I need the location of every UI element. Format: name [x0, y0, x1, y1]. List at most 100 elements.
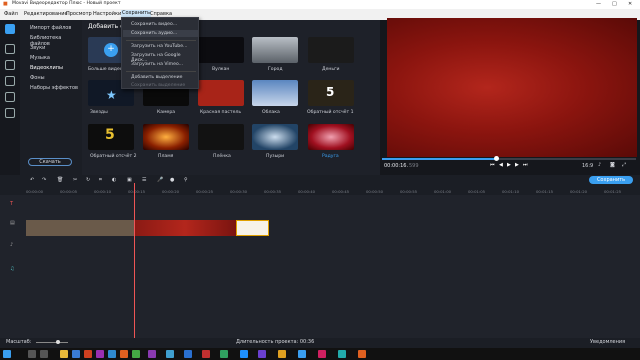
- explorer-icon[interactable]: [60, 350, 68, 358]
- app-icon-purple[interactable]: [148, 350, 156, 358]
- volume-icon[interactable]: ♪: [598, 163, 601, 168]
- thumb-volcano[interactable]: [198, 37, 244, 63]
- maximize-icon[interactable]: □: [612, 2, 617, 7]
- play-icon[interactable]: ▶: [507, 163, 511, 168]
- cat-backgrounds[interactable]: Фоны: [30, 75, 45, 81]
- fullscreen-icon[interactable]: ⤢: [622, 163, 626, 168]
- timeline-ruler[interactable]: 00:00:00 00:00:05 00:00:10 00:00:15 00:0…: [0, 187, 640, 195]
- step-forward-icon[interactable]: ▶: [515, 163, 519, 168]
- illustrator-icon[interactable]: [84, 350, 92, 358]
- cat-videoclips[interactable]: Видеоклипы: [30, 65, 63, 71]
- dd-save-selection: Сохранить выделение: [131, 83, 186, 88]
- video-preview[interactable]: [387, 18, 637, 157]
- thumb-countdown2[interactable]: 5: [88, 124, 134, 150]
- more-tools-icon[interactable]: [5, 108, 15, 118]
- start-icon[interactable]: [3, 350, 11, 358]
- menu-edit[interactable]: Редактирование: [24, 12, 68, 17]
- zoom-slider[interactable]: [36, 342, 68, 343]
- movavi-icon[interactable]: [120, 350, 128, 358]
- timeline-tracks[interactable]: T ▤ ♪ ♫: [0, 195, 640, 338]
- ruler-tick: 00:01:05: [468, 189, 486, 194]
- dd-save-audio[interactable]: Сохранить аудио...: [123, 30, 198, 37]
- import-icon[interactable]: [5, 24, 15, 34]
- premiere-icon[interactable]: [96, 350, 104, 358]
- thumb-city[interactable]: [252, 37, 298, 63]
- pin-icon[interactable]: ⚲: [184, 178, 188, 183]
- transitions-icon[interactable]: [5, 60, 15, 70]
- stabilize-icon[interactable]: ▣: [127, 178, 132, 183]
- undo-icon[interactable]: ↶: [30, 178, 34, 183]
- playhead[interactable]: [134, 183, 135, 338]
- redo-icon[interactable]: ↷: [42, 178, 46, 183]
- thumb-rainbow[interactable]: [308, 124, 354, 150]
- prev-frame-icon[interactable]: ⏮: [490, 163, 495, 168]
- menu-file[interactable]: Файл: [4, 12, 18, 17]
- aspect-ratio[interactable]: 16:9: [582, 164, 593, 169]
- video-clip-red-pastel[interactable]: [134, 220, 236, 236]
- thumb-clouds[interactable]: [252, 80, 298, 106]
- edge-icon[interactable]: [72, 350, 80, 358]
- ruler-tick: 00:00:10: [94, 189, 112, 194]
- cap-more: Больше видео: [88, 67, 123, 72]
- app-icon-cyan[interactable]: [298, 350, 306, 358]
- word-icon[interactable]: [184, 350, 192, 358]
- ruler-tick: 00:01:00: [434, 189, 452, 194]
- excel-icon[interactable]: [220, 350, 228, 358]
- zoom-handle[interactable]: [56, 340, 60, 344]
- thumb-film[interactable]: [198, 124, 244, 150]
- app-icon-violet[interactable]: [258, 350, 266, 358]
- snapshot-icon[interactable]: ◙: [610, 163, 615, 168]
- delete-icon[interactable]: 🗑: [57, 178, 63, 183]
- task-view-icon[interactable]: [40, 350, 48, 358]
- audio-track-icon: ♪: [10, 242, 14, 248]
- thumb-countdown1[interactable]: 5: [308, 80, 354, 106]
- title-bar: ■ Movavi Видеоредактор Плюс - Новый прое…: [0, 0, 640, 9]
- cat-music[interactable]: Музыка: [30, 55, 50, 61]
- photoshop-icon[interactable]: [108, 350, 116, 358]
- crop-icon[interactable]: ⌗: [99, 178, 102, 183]
- thumb-red-pastel[interactable]: [198, 80, 244, 106]
- download-button[interactable]: Скачать: [28, 158, 72, 166]
- menu-view[interactable]: Просмотр: [66, 12, 92, 17]
- search-icon[interactable]: [28, 350, 36, 358]
- dd-add-selection[interactable]: Добавить выделение: [131, 75, 183, 80]
- app-icon-yellow[interactable]: [278, 350, 286, 358]
- properties-icon[interactable]: ☰: [142, 178, 146, 183]
- app-icon-green[interactable]: [132, 350, 140, 358]
- cat-sounds[interactable]: Звуки: [30, 45, 45, 51]
- notifications-label[interactable]: Уведомления: [590, 340, 625, 345]
- thumb-bubbles[interactable]: [252, 124, 298, 150]
- preview-time-ms: 599: [409, 163, 419, 169]
- cat-import[interactable]: Импорт файлов: [30, 25, 71, 31]
- app-icon-red[interactable]: [202, 350, 210, 358]
- close-icon[interactable]: ✕: [628, 2, 632, 7]
- titles-icon[interactable]: [5, 76, 15, 86]
- save-button[interactable]: Сохранить: [589, 176, 633, 184]
- menu-settings[interactable]: Настройки: [93, 12, 121, 17]
- app-icon-pink[interactable]: [318, 350, 326, 358]
- step-back-icon[interactable]: ◀: [499, 163, 503, 168]
- cat-effect-sets[interactable]: Наборы эффектов: [30, 85, 78, 91]
- app-icon-orange[interactable]: [358, 350, 366, 358]
- video-clip-selected[interactable]: [236, 220, 269, 236]
- thumb-flame[interactable]: [143, 124, 189, 150]
- audio-icon[interactable]: 🎤: [157, 178, 163, 183]
- cut-icon[interactable]: ✂: [73, 178, 77, 183]
- color-icon[interactable]: ◐: [112, 178, 116, 183]
- record-icon[interactable]: ●: [170, 178, 174, 183]
- rotate-icon[interactable]: ↻: [86, 178, 90, 183]
- dd-save-video[interactable]: Сохранить видео...: [131, 22, 177, 27]
- minimize-icon[interactable]: —: [596, 2, 601, 7]
- app-icon-blue[interactable]: [166, 350, 174, 358]
- thumb-money[interactable]: [308, 37, 354, 63]
- dd-youtube[interactable]: Загрузить на YouTube...: [131, 44, 187, 49]
- ruler-tick: 00:00:40: [298, 189, 316, 194]
- dd-vimeo[interactable]: Загрузить на Vimeo...: [131, 62, 183, 67]
- stickers-icon[interactable]: [5, 92, 15, 102]
- progress-handle[interactable]: [494, 156, 499, 161]
- app-icon-sky[interactable]: [240, 350, 248, 358]
- video-clip-people[interactable]: [26, 220, 134, 236]
- filters-icon[interactable]: [5, 44, 15, 54]
- next-frame-icon[interactable]: ⏭: [523, 163, 528, 168]
- app-icon-teal[interactable]: [338, 350, 346, 358]
